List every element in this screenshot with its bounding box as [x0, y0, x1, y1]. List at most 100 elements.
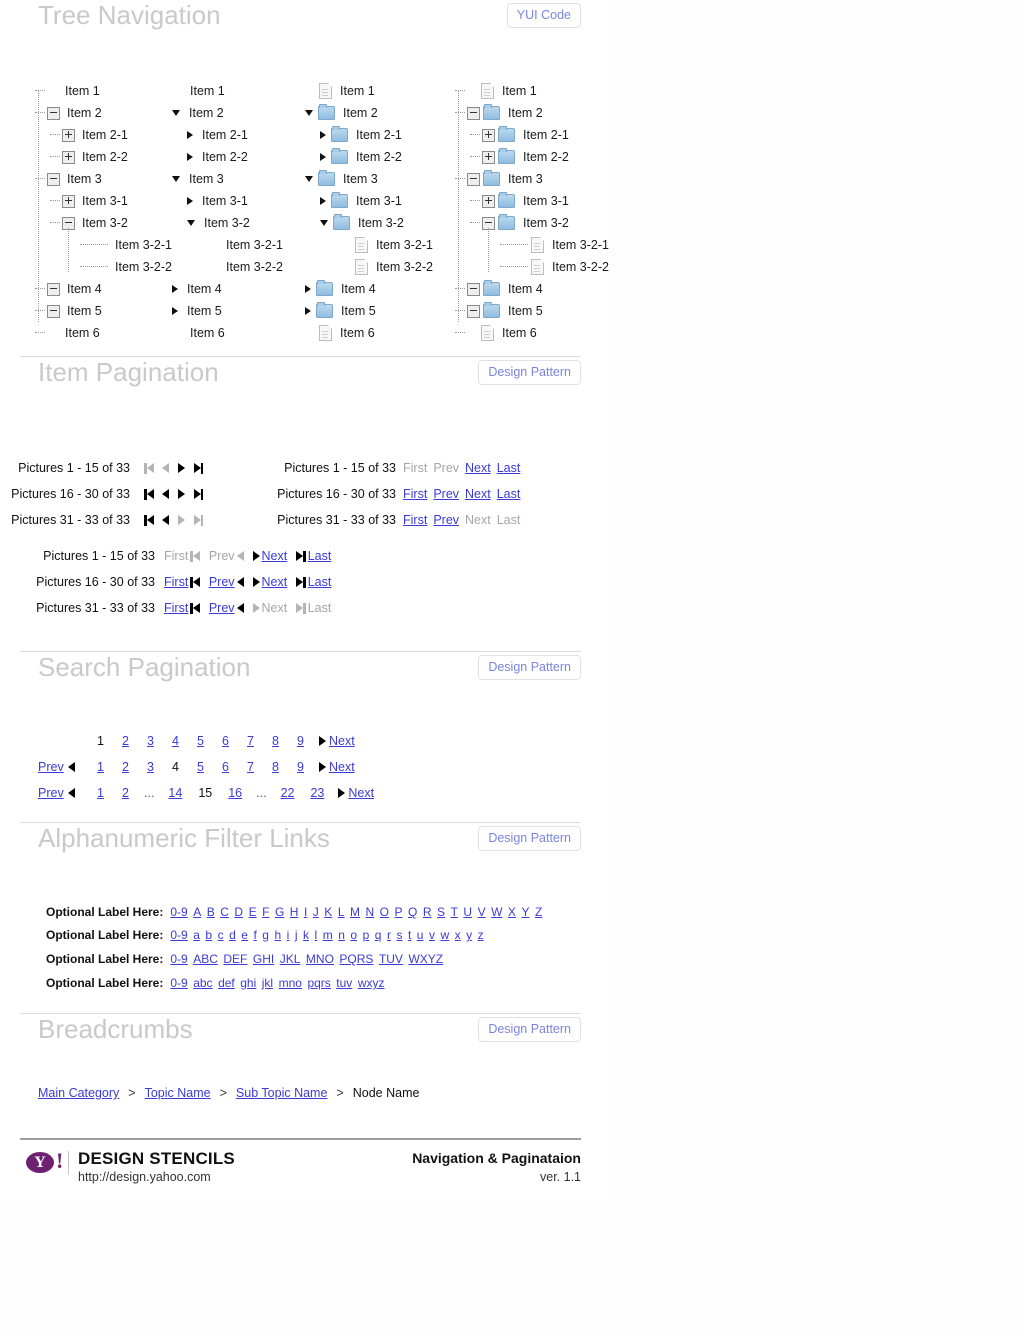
alpha-filter-link[interactable]: Z	[535, 905, 542, 919]
page-number-link[interactable]: 6	[221, 760, 230, 774]
alpha-filter-link[interactable]: Y	[521, 905, 529, 919]
next-page-icon[interactable]	[177, 489, 185, 499]
alpha-filter-link[interactable]: q	[375, 928, 382, 942]
alpha-filter-link[interactable]: J	[313, 905, 319, 919]
prev-page-link[interactable]: Prev	[433, 487, 459, 501]
page-number-link[interactable]: 7	[246, 734, 255, 748]
prev-page-icon[interactable]	[236, 603, 244, 613]
chevron-down-icon[interactable]	[320, 220, 328, 226]
chevron-right-icon[interactable]	[320, 153, 326, 161]
tree-node[interactable]: Item 3-2-1	[305, 234, 433, 256]
alpha-filter-link[interactable]: V	[478, 905, 486, 919]
alpha-filter-link[interactable]: a	[193, 928, 200, 942]
chevron-down-icon[interactable]	[187, 220, 195, 226]
tree-node[interactable]: Item 3-2	[172, 212, 283, 234]
tree-node[interactable]: Item 2-1	[35, 124, 172, 146]
last-page-icon[interactable]	[193, 514, 203, 526]
next-page-icon[interactable]	[252, 551, 260, 561]
alpha-filter-link[interactable]: TUV	[379, 952, 403, 966]
design-pattern-button-item-pagination[interactable]: Design Pattern	[478, 360, 581, 385]
alpha-filter-link[interactable]: h	[274, 928, 281, 942]
alpha-filter-link[interactable]: Q	[408, 905, 417, 919]
tree-node[interactable]: Item 3-2-1	[455, 234, 609, 256]
tree-node[interactable]: Item 3-2	[35, 212, 172, 234]
last-page-link[interactable]: Last	[497, 461, 521, 475]
alpha-filter-link[interactable]: o	[350, 928, 357, 942]
alpha-filter-link[interactable]: b	[205, 928, 212, 942]
breadcrumb-link[interactable]: Sub Topic Name	[236, 1086, 328, 1100]
tree-node[interactable]: Item 3	[455, 168, 609, 190]
alpha-filter-link[interactable]: m	[323, 928, 333, 942]
page-number-link[interactable]: 2	[121, 734, 130, 748]
last-page-icon[interactable]	[193, 462, 203, 474]
design-pattern-button-breadcrumbs[interactable]: Design Pattern	[478, 1017, 581, 1042]
tree-node[interactable]: Item 2-2	[172, 146, 283, 168]
tree-node[interactable]: Item 3	[35, 168, 172, 190]
first-page-link[interactable]: First	[164, 601, 188, 615]
alpha-filter-link[interactable]: abc	[193, 976, 212, 990]
next-page-icon[interactable]	[338, 788, 346, 798]
alpha-filter-link[interactable]: u	[417, 928, 424, 942]
alpha-filter-link[interactable]: c	[218, 928, 224, 942]
alpha-filter-link[interactable]: N	[366, 905, 375, 919]
prev-page-icon[interactable]	[67, 762, 75, 772]
alpha-filter-link[interactable]: G	[275, 905, 284, 919]
page-number-link[interactable]: 1	[96, 786, 105, 800]
page-number-link[interactable]: 22	[281, 786, 295, 800]
first-page-link[interactable]: First	[164, 575, 188, 589]
collapse-icon[interactable]	[467, 172, 480, 186]
first-page-icon[interactable]	[190, 576, 200, 588]
page-number-link[interactable]: 6	[221, 734, 230, 748]
collapse-icon[interactable]	[47, 172, 60, 186]
alpha-filter-link[interactable]: e	[241, 928, 248, 942]
last-page-icon[interactable]	[296, 602, 306, 614]
prev-page-link[interactable]: Prev	[209, 575, 235, 589]
next-page-icon[interactable]	[177, 463, 185, 473]
tree-node[interactable]: Item 2-2	[35, 146, 172, 168]
tree-node[interactable]: Item 3-2	[455, 212, 609, 234]
first-page-link[interactable]: First	[403, 513, 427, 527]
chevron-right-icon[interactable]	[305, 285, 311, 293]
prev-page-link[interactable]: Prev	[38, 786, 64, 800]
page-number-link[interactable]: 2	[121, 760, 130, 774]
next-page-icon[interactable]	[177, 515, 185, 525]
tree-node[interactable]: Item 3-2-2	[455, 256, 609, 278]
alpha-filter-link[interactable]: tuv	[336, 976, 352, 990]
next-page-icon[interactable]	[319, 762, 326, 772]
alpha-filter-link[interactable]: T	[451, 905, 458, 919]
collapse-icon[interactable]	[467, 106, 480, 120]
next-page-link[interactable]: Next	[329, 760, 355, 774]
collapse-icon[interactable]	[47, 106, 60, 120]
tree-node[interactable]: Item 6	[35, 322, 172, 344]
chevron-right-icon[interactable]	[187, 131, 193, 139]
alpha-filter-link[interactable]: p	[363, 928, 370, 942]
next-page-link[interactable]: Next	[465, 487, 491, 501]
last-page-icon[interactable]	[296, 550, 306, 562]
tree-node[interactable]: Item 3-2	[305, 212, 433, 234]
first-page-link[interactable]: First	[403, 487, 427, 501]
prev-page-link[interactable]: Prev	[38, 760, 64, 774]
collapse-icon[interactable]	[467, 282, 480, 296]
tree-node[interactable]: Item 2-1	[455, 124, 609, 146]
page-number-link[interactable]: 4	[171, 734, 180, 748]
tree-node[interactable]: Item 5	[455, 300, 609, 322]
tree-node[interactable]: Item 6	[455, 322, 609, 344]
page-number-link[interactable]: 23	[310, 786, 324, 800]
alpha-filter-link[interactable]: P	[395, 905, 403, 919]
page-number-link[interactable]: 16	[228, 786, 242, 800]
prev-page-icon[interactable]	[236, 551, 244, 561]
alpha-filter-link[interactable]: X	[508, 905, 516, 919]
tree-node[interactable]: Item 6	[172, 322, 283, 344]
last-page-link[interactable]: Last	[308, 575, 332, 589]
next-page-link[interactable]: Next	[262, 549, 288, 563]
alpha-filter-link[interactable]: L	[338, 905, 345, 919]
expand-icon[interactable]	[482, 194, 495, 208]
breadcrumb-link[interactable]: Main Category	[38, 1086, 119, 1100]
tree-node[interactable]: Item 2	[455, 102, 609, 124]
collapse-icon[interactable]	[467, 304, 480, 318]
prev-page-link[interactable]: Prev	[209, 601, 235, 615]
chevron-right-icon[interactable]	[187, 197, 193, 205]
alpha-filter-link[interactable]: PQRS	[339, 952, 373, 966]
alpha-filter-link[interactable]: H	[290, 905, 299, 919]
alpha-filter-link[interactable]: ghi	[240, 976, 256, 990]
